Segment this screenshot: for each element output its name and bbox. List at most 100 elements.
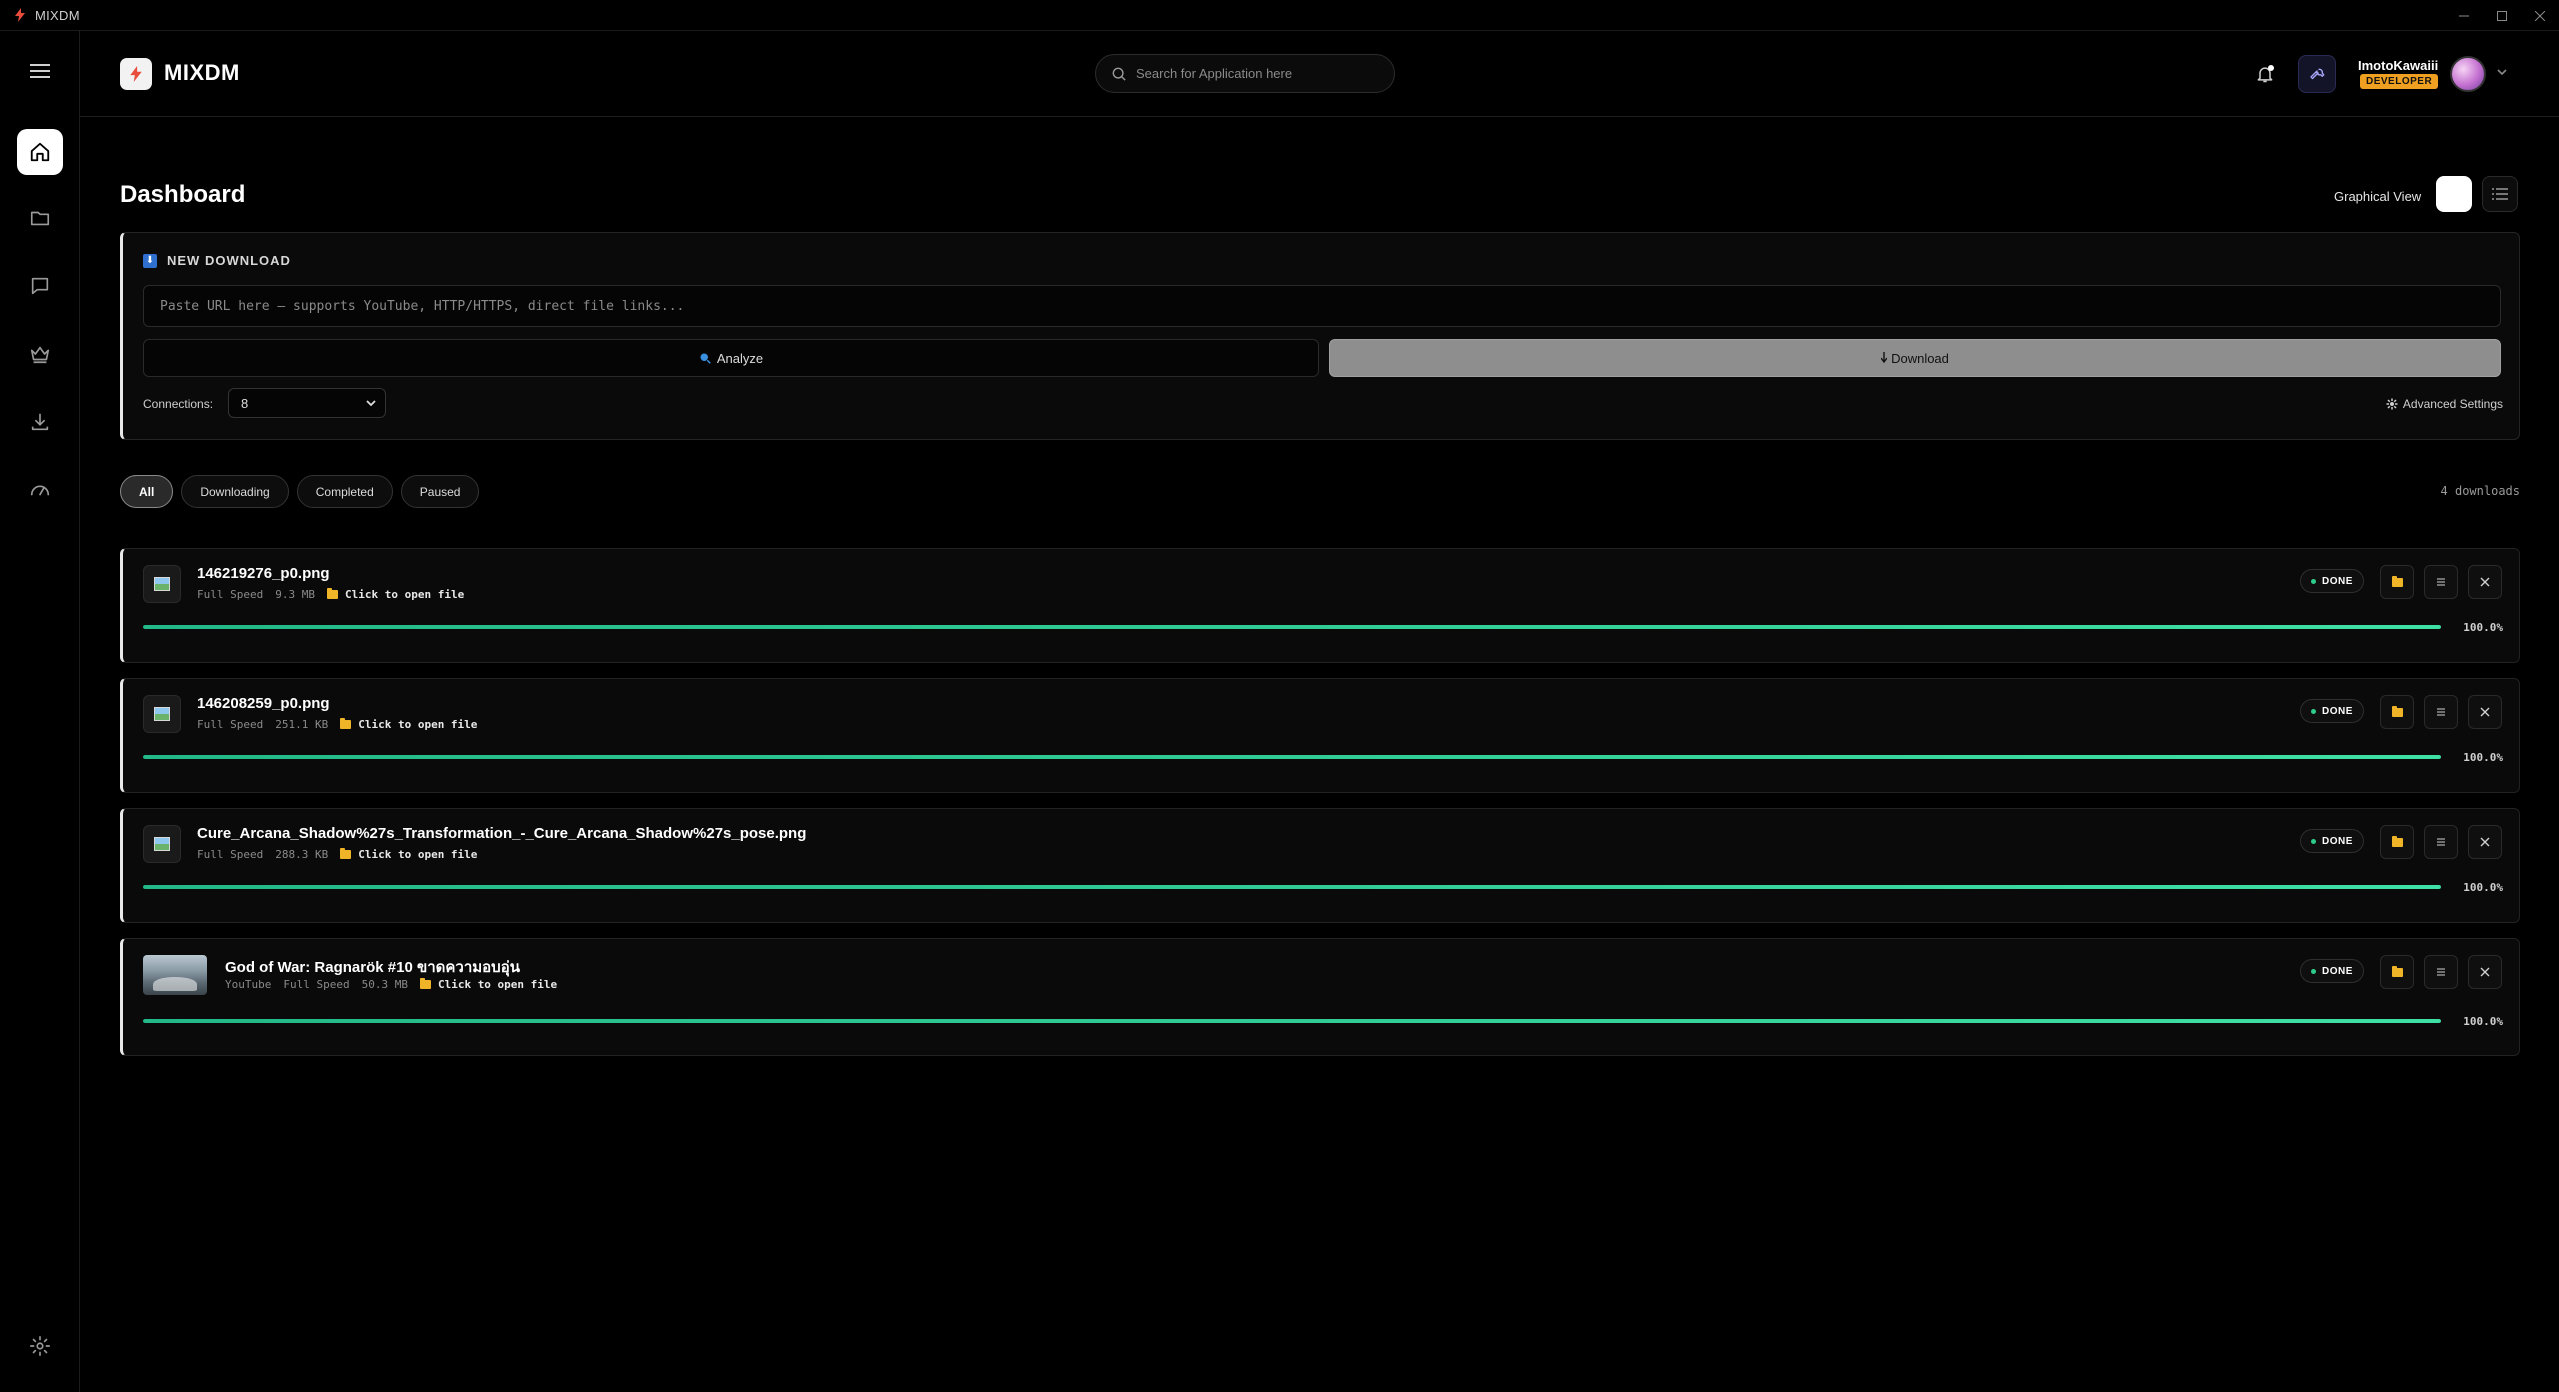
minimize-button[interactable]	[2445, 0, 2483, 31]
user-name[interactable]: ImotoKawaiii	[2358, 58, 2438, 73]
advanced-settings-button[interactable]: Advanced Settings	[2386, 397, 2503, 411]
gear-icon	[2386, 398, 2398, 410]
filter-all[interactable]: All	[120, 475, 174, 508]
url-input[interactable]	[143, 285, 2501, 327]
hamburger-menu-button[interactable]	[22, 53, 58, 89]
sidebar-item-premium[interactable]	[17, 331, 63, 377]
remove-button[interactable]	[2468, 565, 2502, 599]
speedometer-icon	[30, 485, 50, 496]
image-file-icon	[143, 825, 181, 863]
developer-badge: DEVELOPER	[2360, 74, 2439, 89]
chat-icon	[31, 277, 49, 295]
sidebar-item-messages[interactable]	[17, 263, 63, 309]
open-folder-button[interactable]	[2380, 955, 2414, 989]
window-title: MIXDM	[35, 7, 80, 23]
more-options-button[interactable]	[2424, 565, 2458, 599]
folder-icon	[2391, 575, 2403, 587]
open-file-link[interactable]: Click to open file	[419, 978, 557, 991]
download-filename: God of War: Ragnarök #10 ขาดความอบอุ่น	[225, 959, 520, 976]
download-size: 9.3 MB	[275, 588, 315, 601]
download-filename: 146219276_p0.png	[197, 565, 330, 582]
close-icon	[2480, 967, 2490, 977]
remove-button[interactable]	[2468, 695, 2502, 729]
crown-icon	[30, 346, 50, 364]
search-bar[interactable]	[1095, 54, 1395, 93]
download-arrow-icon: ⬇	[143, 253, 157, 268]
status-badge: DONE	[2300, 569, 2364, 593]
sidebar-item-files[interactable]	[17, 195, 63, 241]
magnifier-icon	[699, 352, 711, 364]
download-item[interactable]: 146208259_p0.png Full Speed 251.1 KB Cli…	[120, 678, 2520, 793]
folder-icon	[340, 848, 352, 859]
download-item[interactable]: Cure_Arcana_Shadow%27s_Transformation_-_…	[120, 808, 2520, 923]
download-size: 50.3 MB	[361, 978, 408, 991]
download-button[interactable]: Download	[1329, 339, 2501, 377]
filter-downloading[interactable]: Downloading	[181, 475, 289, 508]
download-speed: Full Speed	[283, 978, 350, 991]
menu-lines-icon	[2437, 838, 2445, 846]
progress-percent: 100.0%	[2463, 621, 2503, 634]
connections-label: Connections:	[143, 397, 214, 411]
open-file-link[interactable]: Click to open file	[326, 588, 464, 601]
gear-icon	[30, 1336, 50, 1356]
logo-icon	[120, 58, 152, 90]
avatar[interactable]	[2450, 56, 2486, 92]
advanced-settings-label: Advanced Settings	[2402, 397, 2503, 411]
download-item[interactable]: God of War: Ragnarök #10 ขาดความอบอุ่น Y…	[120, 938, 2520, 1056]
menu-lines-icon	[2437, 708, 2445, 716]
image-file-icon	[143, 565, 181, 603]
download-small-icon	[1881, 352, 1888, 364]
developer-tools-button[interactable]	[2298, 55, 2336, 93]
analyze-button[interactable]: Analyze	[143, 339, 1319, 377]
progress-bar	[143, 625, 2441, 629]
more-options-button[interactable]	[2424, 955, 2458, 989]
sidebar-item-downloads[interactable]	[17, 399, 63, 445]
download-count: 4 downloads	[2440, 484, 2520, 498]
open-folder-button[interactable]	[2380, 565, 2414, 599]
progress-bar	[143, 885, 2441, 889]
notification-dot	[2268, 65, 2274, 71]
video-thumbnail	[143, 955, 207, 995]
app-bolt-icon	[13, 8, 27, 22]
download-item[interactable]: 146219276_p0.png Full Speed 9.3 MB Click…	[120, 548, 2520, 663]
list-icon	[2492, 188, 2508, 200]
new-download-title: NEW DOWNLOAD	[167, 253, 291, 268]
folder-icon	[2391, 835, 2403, 847]
more-options-button[interactable]	[2424, 695, 2458, 729]
graphical-view-button[interactable]	[2436, 176, 2472, 212]
folder-icon	[326, 588, 338, 599]
folder-icon	[340, 718, 352, 729]
view-mode-label: Graphical View	[2334, 189, 2422, 204]
progress-percent: 100.0%	[2463, 751, 2503, 764]
filter-paused[interactable]: Paused	[400, 475, 480, 508]
settings-button[interactable]	[25, 1331, 55, 1361]
close-icon	[2480, 707, 2490, 717]
folder-icon	[419, 978, 431, 989]
close-window-button[interactable]	[2521, 0, 2559, 31]
open-file-link[interactable]: Click to open file	[340, 718, 477, 731]
open-folder-button[interactable]	[2380, 825, 2414, 859]
download-label: Download	[1891, 350, 1949, 366]
search-input[interactable]	[1136, 66, 1376, 81]
chevron-down-icon[interactable]	[2496, 65, 2508, 83]
chevron-down-icon	[365, 397, 377, 412]
notifications-button[interactable]	[2250, 59, 2280, 89]
search-icon	[1112, 67, 1126, 81]
connections-select[interactable]: 8	[228, 388, 386, 418]
more-options-button[interactable]	[2424, 825, 2458, 859]
wrench-icon	[2310, 68, 2325, 80]
image-file-icon	[143, 695, 181, 733]
download-filename: Cure_Arcana_Shadow%27s_Transformation_-_…	[197, 825, 807, 842]
folder-icon	[2391, 965, 2403, 977]
sidebar-item-home[interactable]	[17, 129, 63, 175]
sidebar-item-speed[interactable]	[17, 467, 63, 513]
list-view-button[interactable]	[2482, 176, 2518, 212]
filter-completed[interactable]: Completed	[296, 475, 393, 508]
remove-button[interactable]	[2468, 955, 2502, 989]
open-file-link[interactable]: Click to open file	[340, 848, 477, 861]
maximize-button[interactable]	[2483, 0, 2521, 31]
download-filename: 146208259_p0.png	[197, 695, 330, 712]
remove-button[interactable]	[2468, 825, 2502, 859]
open-folder-button[interactable]	[2380, 695, 2414, 729]
home-icon	[30, 142, 50, 162]
